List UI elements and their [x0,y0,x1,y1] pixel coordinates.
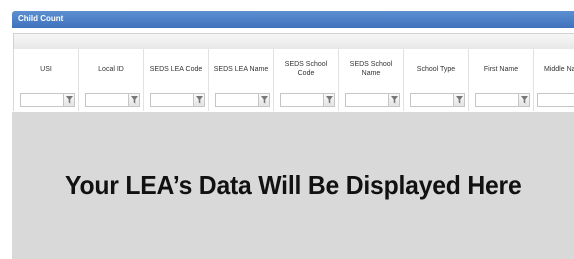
column-header-middle-name[interactable]: Middle Na [534,49,574,89]
filter-button-first-name[interactable] [518,93,530,107]
column-seds-school-code: SEDS School Code [274,49,339,111]
filter-funnel-icon [131,96,138,104]
filter-input-middle-name[interactable] [537,93,574,107]
data-placeholder-overlay: Your LEA’s Data Will Be Displayed Here [12,112,574,259]
filter-cell-local-id [79,91,143,109]
filter-cell-school-type [404,91,468,109]
column-seds-lea-name: SEDS LEA Name [209,49,274,111]
data-grid: USI Local ID SEDS LEA Code SEDS LEA Name [13,49,574,111]
filter-input-seds-lea-name[interactable] [215,93,259,107]
column-header-first-name[interactable]: First Name [469,49,533,89]
panel-title: Child Count [18,14,64,23]
filter-input-seds-school-code[interactable] [280,93,324,107]
filter-button-seds-school-name[interactable] [388,93,400,107]
filter-button-seds-school-code[interactable] [323,93,335,107]
column-header-usi[interactable]: USI [14,49,78,89]
filter-cell-seds-school-name [339,91,403,109]
panel-header: Child Count [12,11,574,28]
overlay-message: Your LEA’s Data Will Be Displayed Here [64,170,522,200]
column-header-seds-school-code[interactable]: SEDS School Code [274,49,338,89]
filter-funnel-icon [456,96,463,104]
filter-cell-seds-school-code [274,91,338,109]
column-usi: USI [14,49,79,111]
filter-input-seds-lea-code[interactable] [150,93,194,107]
filter-input-usi[interactable] [20,93,64,107]
filter-funnel-icon [261,96,268,104]
column-header-local-id[interactable]: Local ID [79,49,143,89]
filter-button-usi[interactable] [63,93,75,107]
filter-cell-usi [14,91,78,109]
column-header-school-type[interactable]: School Type [404,49,468,89]
filter-button-seds-lea-name[interactable] [258,93,270,107]
filter-funnel-icon [66,96,73,104]
filter-cell-middle-name [534,91,574,109]
column-school-type: School Type [404,49,469,111]
column-seds-lea-code: SEDS LEA Code [144,49,209,111]
column-header-seds-lea-code[interactable]: SEDS LEA Code [144,49,208,89]
filter-funnel-icon [196,96,203,104]
filter-button-school-type[interactable] [453,93,465,107]
filter-cell-first-name [469,91,533,109]
filter-input-seds-school-name[interactable] [345,93,389,107]
filter-cell-seds-lea-code [144,91,208,109]
column-middle-name: Middle Na [534,49,574,111]
filter-button-seds-lea-code[interactable] [193,93,205,107]
filter-button-local-id[interactable] [128,93,140,107]
filter-input-local-id[interactable] [85,93,129,107]
column-header-seds-lea-name[interactable]: SEDS LEA Name [209,49,273,89]
filter-funnel-icon [391,96,398,104]
filter-input-school-type[interactable] [410,93,454,107]
column-seds-school-name: SEDS School Name [339,49,404,111]
filter-cell-seds-lea-name [209,91,273,109]
filter-funnel-icon [521,96,528,104]
column-first-name: First Name [469,49,534,111]
column-local-id: Local ID [79,49,144,111]
grid-toolbar [13,33,574,50]
filter-funnel-icon [326,96,333,104]
column-header-seds-school-name[interactable]: SEDS School Name [339,49,403,89]
filter-input-first-name[interactable] [475,93,519,107]
